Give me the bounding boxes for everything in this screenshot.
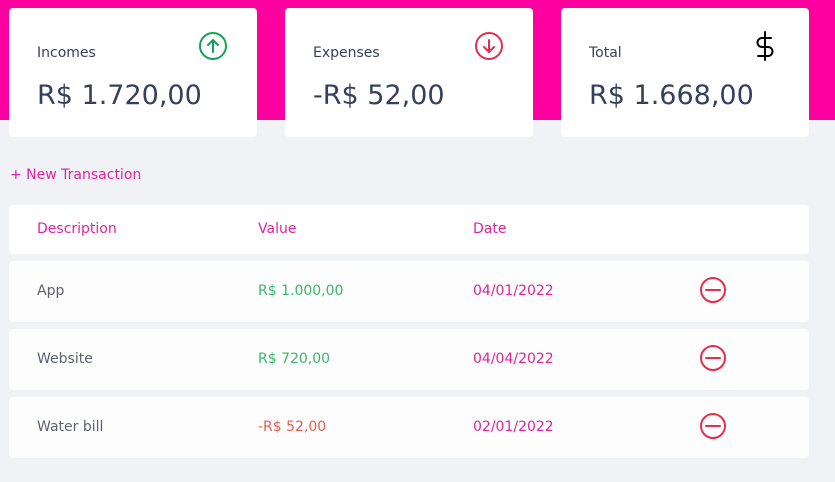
new-transaction-button[interactable]: + New Transaction [10,167,141,183]
expenses-amount: -R$ 52,00 [313,80,445,111]
total-amount: R$ 1.668,00 [589,80,754,111]
table-row: Water bill -R$ 52,00 02/01/2022 [9,397,809,458]
total-card: Total R$ 1.668,00 [561,8,809,137]
transaction-description: Website [37,351,93,367]
incomes-amount: R$ 1.720,00 [37,80,202,111]
minus-circle-icon[interactable] [698,343,728,373]
incomes-label: Incomes [37,45,96,61]
incomes-card: Incomes R$ 1.720,00 [9,8,257,137]
transaction-description: App [37,283,65,299]
transaction-value: R$ 720,00 [258,351,331,367]
arrow-up-circle-icon [199,32,227,60]
arrow-down-circle-icon [475,32,503,60]
minus-circle-icon[interactable] [698,275,728,305]
column-header-date: Date [473,221,507,237]
transaction-date: 02/01/2022 [473,419,554,435]
table-row: Website R$ 720,00 04/04/2022 [9,329,809,390]
column-header-description: Description [37,221,117,237]
dollar-sign-icon [756,31,774,61]
table-header: Description Value Date [9,205,809,254]
transaction-date: 04/01/2022 [473,283,554,299]
expenses-label: Expenses [313,45,380,61]
transaction-date: 04/04/2022 [473,351,554,367]
transaction-description: Water bill [37,419,104,435]
expenses-card: Expenses -R$ 52,00 [285,8,533,137]
minus-circle-icon[interactable] [698,411,728,441]
transaction-value: -R$ 52,00 [258,419,327,435]
transaction-value: R$ 1.000,00 [258,283,344,299]
column-header-value: Value [258,221,297,237]
total-label: Total [589,45,622,61]
table-row: App R$ 1.000,00 04/01/2022 [9,261,809,322]
